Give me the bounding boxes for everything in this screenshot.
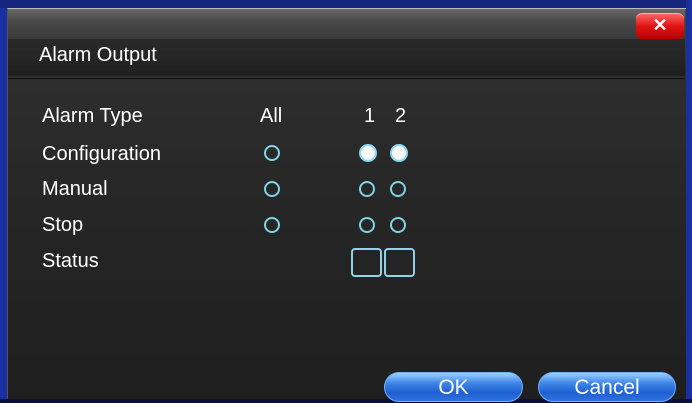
column-header-1: 1 — [364, 105, 376, 127]
configuration-2-radio[interactable] — [390, 144, 408, 162]
dialog-title: Alarm Output — [39, 44, 157, 66]
row-label-configuration: Configuration — [42, 143, 161, 165]
row-label-alarm-type: Alarm Type — [42, 105, 143, 127]
status-indicator-2 — [384, 248, 415, 277]
row-label-manual: Manual — [42, 178, 108, 200]
divider — [8, 78, 685, 79]
close-icon: ✕ — [652, 15, 668, 35]
cancel-button[interactable]: Cancel — [538, 372, 676, 402]
dialog-header: Alarm Output — [8, 39, 685, 76]
close-button[interactable]: ✕ — [636, 13, 684, 39]
desktop-strip-left — [0, 0, 7, 399]
configuration-1-radio[interactable] — [359, 144, 377, 162]
desktop-strip-top — [0, 0, 692, 8]
manual-all-radio[interactable] — [264, 181, 280, 197]
ok-button[interactable]: OK — [384, 372, 523, 402]
configuration-all-radio[interactable] — [264, 145, 280, 161]
manual-2-radio[interactable] — [390, 181, 406, 197]
column-header-all: All — [260, 105, 283, 127]
stop-all-radio[interactable] — [264, 217, 280, 233]
stop-1-radio[interactable] — [359, 217, 375, 233]
manual-1-radio[interactable] — [359, 181, 375, 197]
window-titlebar[interactable] — [8, 9, 685, 39]
alarm-output-dialog: ✕ Alarm Output Alarm Type Configuration … — [7, 8, 686, 402]
stop-2-radio[interactable] — [390, 217, 406, 233]
desktop-strip-right — [686, 0, 692, 399]
status-indicator-1 — [351, 248, 382, 277]
row-label-status: Status — [42, 250, 99, 272]
row-label-stop: Stop — [42, 214, 84, 236]
column-header-2: 2 — [395, 105, 407, 127]
